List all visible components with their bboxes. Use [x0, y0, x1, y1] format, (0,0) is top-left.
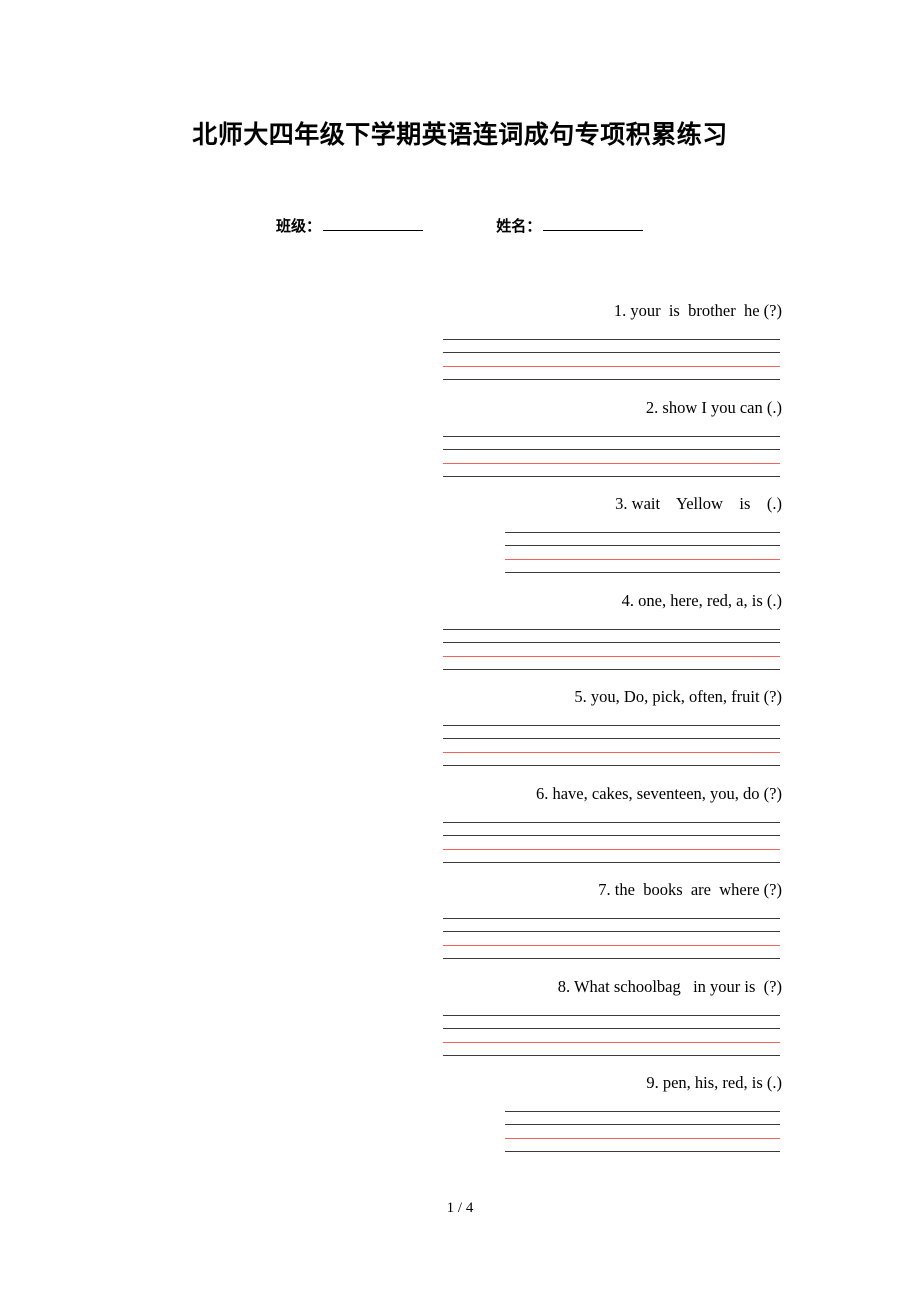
guide-line-black	[443, 725, 780, 726]
question-block: 3. wait Yellow is (.)	[0, 493, 920, 590]
guide-line-black	[443, 448, 780, 450]
guide-line-red	[443, 945, 780, 946]
question-text: 4. one, here, red, a, is (.)	[621, 590, 782, 610]
class-label: 班级：	[276, 217, 322, 235]
guide-line-black	[505, 532, 780, 533]
answer-writing-guide[interactable]	[505, 1110, 780, 1152]
worksheet-page: 北师大四年级下学期英语连词成句专项积累练习 班级： 姓名： 1. your is…	[0, 0, 920, 1302]
answer-writing-guide[interactable]	[505, 531, 780, 573]
guide-line-black	[443, 352, 780, 353]
question-text: 9. pen, his, red, is (.)	[646, 1073, 782, 1092]
question-text: 2. show I you can (.)	[645, 397, 782, 417]
question-block: 4. one, here, red, a, is (.)	[0, 590, 920, 687]
answer-writing-guide[interactable]	[443, 628, 780, 670]
guide-line-black	[443, 821, 780, 823]
guide-line-black	[505, 1124, 780, 1125]
guide-line-black	[443, 931, 780, 932]
answer-writing-guide[interactable]	[443, 435, 780, 477]
name-label: 姓名：	[496, 217, 542, 235]
answer-writing-guide[interactable]	[443, 338, 780, 380]
name-blank[interactable]	[543, 215, 644, 231]
answer-writing-guide[interactable]	[443, 1014, 780, 1056]
question-block: 2. show I you can (.)	[0, 397, 920, 494]
question-block: 5. you, Do, pick, often, fruit (?)	[0, 686, 920, 783]
guide-line-red	[505, 559, 780, 560]
question-text: 5. you, Do, pick, often, fruit (?)	[574, 687, 782, 706]
guide-line-black	[505, 1151, 780, 1152]
student-info-row: 班级： 姓名：	[276, 214, 836, 240]
name-field: 姓名：	[496, 214, 644, 238]
guide-line-black	[443, 1027, 780, 1029]
question-list: 1. your is brother he (?) 2. show I you c…	[0, 300, 920, 1169]
guide-line-black	[505, 545, 780, 546]
guide-line-red	[505, 1138, 780, 1139]
guide-line-red	[443, 655, 780, 657]
question-text: 1. your is brother he (?)	[613, 301, 782, 320]
question-block: 6. have, cakes, seventeen, you, do (?)	[0, 783, 920, 880]
guide-line-black	[443, 435, 780, 437]
guide-line-black	[443, 765, 780, 766]
guide-line-red	[443, 848, 780, 850]
guide-line-black	[443, 668, 780, 670]
page-number: 1 / 4	[446, 1200, 474, 1216]
class-blank[interactable]	[323, 215, 424, 231]
question-block: 1. your is brother he (?)	[0, 300, 920, 397]
question-block: 9. pen, his, red, is (.)	[0, 1072, 920, 1169]
guide-line-red	[443, 366, 780, 367]
guide-line-black	[443, 339, 780, 340]
guide-line-black	[505, 572, 780, 573]
question-text: 3. wait Yellow is (.)	[615, 494, 782, 513]
guide-line-black	[443, 1014, 780, 1016]
guide-line-black	[443, 834, 780, 836]
question-text: 6. have, cakes, seventeen, you, do (?)	[535, 783, 782, 803]
class-field: 班级：	[276, 214, 424, 238]
guide-line-black	[443, 958, 780, 959]
guide-line-black	[443, 628, 780, 630]
guide-line-black	[505, 1111, 780, 1112]
page-title: 北师大四年级下学期英语连词成句专项积累练习	[192, 120, 728, 149]
question-block: 8. What schoolbag in your is (?)	[0, 976, 920, 1073]
guide-line-black	[443, 918, 780, 919]
guide-line-black	[443, 475, 780, 477]
answer-writing-guide[interactable]	[443, 917, 780, 959]
answer-writing-guide[interactable]	[443, 724, 780, 766]
guide-line-black	[443, 1054, 780, 1056]
guide-line-black	[443, 861, 780, 863]
guide-line-red	[443, 1041, 780, 1043]
guide-line-red	[443, 752, 780, 753]
guide-line-black	[443, 379, 780, 380]
guide-line-red	[443, 462, 780, 464]
question-text: 7. the books are where (?)	[598, 880, 782, 899]
question-text: 8. What schoolbag in your is (?)	[557, 976, 782, 996]
question-block: 7. the books are where (?)	[0, 879, 920, 976]
guide-line-black	[443, 738, 780, 739]
guide-line-black	[443, 641, 780, 643]
answer-writing-guide[interactable]	[443, 821, 780, 863]
